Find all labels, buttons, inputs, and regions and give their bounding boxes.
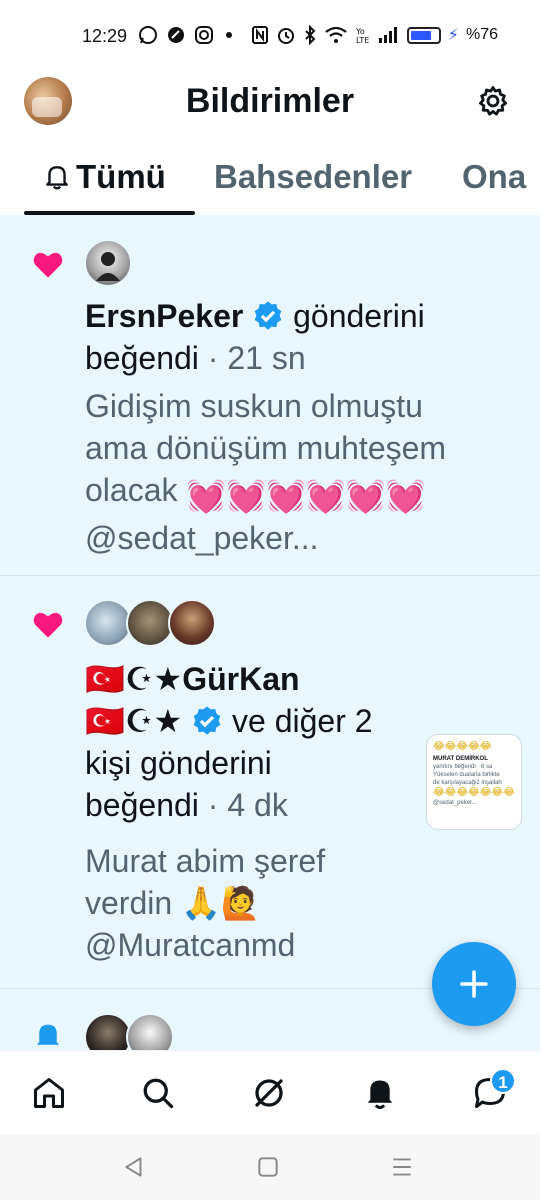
action-text: gönderini <box>293 298 425 334</box>
avatar[interactable] <box>84 599 132 647</box>
nfc-icon <box>251 26 268 44</box>
emoji-hearts: 💓💓💓💓💓💓 <box>186 478 426 514</box>
action-text-3: beğendi <box>85 787 199 823</box>
thumb-name: MURAT DEMİRKOL <box>433 756 488 762</box>
action-text-2: kişi gönderini <box>85 745 272 781</box>
notification-item[interactable]: 🇹🇷☪★GürKan 🇹🇷☪★ ve diğer 2 kişi gönderin… <box>0 576 540 989</box>
liker-avatars <box>84 239 132 287</box>
tab-verified[interactable]: Ona <box>462 158 526 196</box>
notification-title: 🇹🇷☪★GürKan 🇹🇷☪★ ve diğer 2 kişi gönderin… <box>85 658 373 826</box>
wifi-icon <box>325 26 347 43</box>
alarm-icon <box>277 28 294 44</box>
avatar[interactable] <box>168 599 216 647</box>
tweet-line: verdin <box>85 885 173 921</box>
plus-icon <box>460 970 488 998</box>
app-header: Bildirimler <box>0 70 540 132</box>
grok-icon[interactable] <box>251 1075 287 1111</box>
notification-item[interactable]: ErsnPeker gönderini beğendi · 21 sn Gidi… <box>0 215 540 576</box>
thumb-emoji: 😂😂😂😂😂😂😂 <box>433 787 515 798</box>
instagram-icon <box>195 26 213 44</box>
avatar[interactable] <box>126 1013 174 1050</box>
separator: · <box>207 787 219 823</box>
battery-icon <box>406 26 441 44</box>
avatar[interactable] <box>126 599 174 647</box>
compose-button[interactable] <box>432 942 516 1026</box>
status-right-icons: Yo LTE ⚡ %76 <box>251 25 498 45</box>
whatsapp-icon <box>139 26 157 44</box>
status-time: 12:29 <box>82 26 128 46</box>
page-title: Bildirimler <box>185 82 355 120</box>
thumb-emoji: 😂😂😂😂😂 <box>433 741 492 752</box>
liker-avatars <box>84 599 216 647</box>
tab-all[interactable]: Tümü <box>44 158 166 196</box>
status-bar: 12:29 Yo LTE ⚡ %76 <box>0 0 540 70</box>
timestamp: 21 sn <box>227 340 306 376</box>
system-navigation-bar <box>0 1134 540 1200</box>
notifications-icon[interactable] <box>362 1075 398 1111</box>
action-text-2: beğendi <box>85 340 199 376</box>
settings-gear-icon[interactable] <box>476 84 510 118</box>
volte-icon: YoLTE <box>355 27 369 45</box>
tweet-preview[interactable]: Gidişim suskun olmuştu ama dönüşüm muhte… <box>85 385 446 559</box>
tweet-line: Gidişim suskun olmuştu <box>85 388 423 424</box>
avatar[interactable] <box>84 239 132 287</box>
notification-tabs: Tümü Bahsedenler Ona <box>0 150 540 216</box>
tab-mentions[interactable]: Bahsedenler <box>214 158 412 196</box>
verified-badge-icon <box>254 301 282 330</box>
tweet-line: olacak <box>85 472 178 508</box>
emoji: 🙏🙋 <box>181 885 261 921</box>
bottom-navigation <box>0 1050 540 1134</box>
thumb-text: de karşılayacağız inşallah <box>433 780 502 786</box>
user-name-2[interactable]: 🇹🇷☪★ <box>85 703 182 739</box>
tweet-mention: @sedat_peker... <box>85 520 319 556</box>
thumb-text: Yükselen dualarla birlikte <box>433 772 500 778</box>
media-thumbnail[interactable]: 😂😂😂😂😂 MURAT DEMİRKOL yanıtını beğendi · … <box>426 734 522 830</box>
tweet-line: ama dönüşüm muhteşem <box>85 430 447 466</box>
signal-icon <box>378 27 397 43</box>
bell-icon <box>46 166 68 190</box>
notification-title: ErsnPeker gönderini beğendi · 21 sn <box>85 295 425 379</box>
search-icon[interactable] <box>140 1075 176 1111</box>
charging-icon: ⚡ <box>447 27 459 44</box>
heart-icon <box>33 612 63 638</box>
home-icon[interactable] <box>31 1075 67 1111</box>
dot-icon <box>226 32 232 38</box>
user-name[interactable]: 🇹🇷☪★GürKan <box>85 661 300 697</box>
battery-percent: %76 <box>465 26 498 43</box>
notification-feed[interactable]: ErsnPeker gönderini beğendi · 21 sn Gidi… <box>0 215 540 1050</box>
tab-mentions-label: Bahsedenler <box>214 158 413 195</box>
thumb-handle: @sedat_peker... <box>433 800 477 806</box>
status-left-icons <box>138 25 236 45</box>
recents-icon[interactable] <box>389 1154 415 1180</box>
user-avatars <box>84 1013 174 1050</box>
thumb-sub: yanıtını beğendi · 6 sa <box>433 764 493 770</box>
verified-badge-icon <box>193 706 221 735</box>
tab-verified-label: Ona <box>462 158 527 195</box>
battery-fill <box>410 30 431 40</box>
avatar[interactable] <box>84 1013 132 1050</box>
home-button-icon[interactable] <box>255 1154 281 1180</box>
ride-icon <box>168 27 184 43</box>
heart-icon <box>33 252 63 278</box>
user-name[interactable]: ErsnPeker <box>85 298 243 334</box>
bluetooth-icon <box>305 25 316 45</box>
tab-all-label: Tümü <box>76 158 166 195</box>
tweet-mention: @Muratcanmd <box>85 927 296 963</box>
tweet-preview[interactable]: Murat abim şeref verdin 🙏🙋 @Muratcanmd <box>85 840 325 966</box>
svg-text:Yo: Yo <box>355 27 365 36</box>
separator: · <box>207 340 219 376</box>
messages-badge: 1 <box>490 1068 516 1094</box>
timestamp: 4 dk <box>227 787 288 823</box>
svg-text:LTE: LTE <box>356 36 369 45</box>
bell-icon <box>36 1024 60 1045</box>
back-icon[interactable] <box>121 1154 147 1180</box>
tweet-line: Murat abim şeref <box>85 843 326 879</box>
action-text: ve diğer 2 <box>232 703 373 739</box>
